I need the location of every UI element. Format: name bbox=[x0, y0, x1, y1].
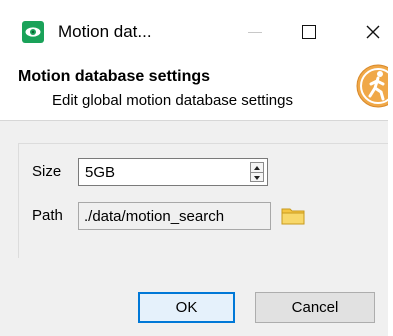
size-stepper[interactable] bbox=[250, 162, 264, 182]
eye-icon bbox=[22, 21, 44, 43]
ok-button[interactable]: OK bbox=[138, 292, 235, 323]
window-border bbox=[388, 0, 393, 336]
close-icon bbox=[366, 25, 380, 39]
size-input[interactable]: 5GB bbox=[85, 163, 115, 182]
maximize-icon bbox=[302, 25, 316, 39]
header-subtitle: Edit global motion database settings bbox=[52, 92, 293, 109]
close-button[interactable] bbox=[350, 12, 393, 52]
size-spinbox[interactable]: 5GB bbox=[78, 158, 268, 186]
path-field[interactable]: ./data/motion_search bbox=[78, 202, 271, 230]
minimize-button[interactable] bbox=[232, 12, 278, 52]
chevron-down-icon bbox=[254, 175, 260, 180]
dialog-header: Motion database settings Edit global mot… bbox=[0, 62, 393, 120]
path-value: ./data/motion_search bbox=[84, 208, 225, 225]
chevron-up-icon bbox=[254, 165, 260, 170]
stepper-down-button[interactable] bbox=[251, 172, 263, 182]
folder-icon[interactable] bbox=[280, 204, 306, 226]
stepper-up-button[interactable] bbox=[251, 163, 263, 172]
size-label: Size bbox=[32, 163, 62, 180]
motion-database-dialog: Motion dat... Motion database settings E… bbox=[0, 0, 393, 336]
cancel-button[interactable]: Cancel bbox=[255, 292, 375, 323]
header-title: Motion database settings bbox=[18, 68, 211, 85]
window-title: Motion dat... bbox=[58, 22, 152, 41]
title-bar[interactable]: Motion dat... bbox=[0, 0, 393, 62]
maximize-button[interactable] bbox=[286, 12, 332, 52]
path-label: Path bbox=[32, 207, 63, 224]
minimize-icon bbox=[248, 31, 262, 33]
